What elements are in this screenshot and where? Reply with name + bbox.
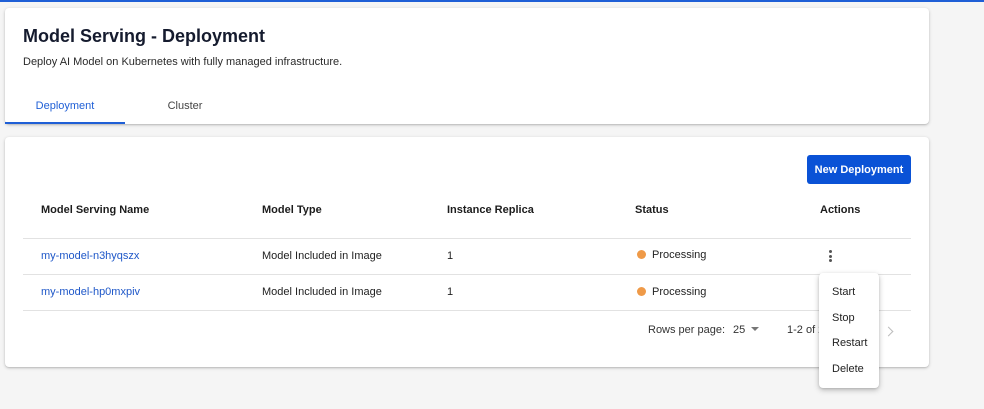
page-header-card: Model Serving - Deployment Deploy AI Mod… bbox=[5, 8, 929, 124]
menu-item-stop[interactable]: Stop bbox=[819, 306, 879, 332]
column-header-instance-replica: Instance Replica bbox=[447, 204, 534, 216]
row-actions-menu: Start Stop Restart Delete bbox=[819, 273, 879, 388]
row-divider bbox=[23, 238, 911, 239]
column-header-status: Status bbox=[635, 204, 669, 216]
column-header-actions: Actions bbox=[820, 204, 861, 216]
status-label: Processing bbox=[652, 249, 707, 261]
chevron-down-icon bbox=[751, 327, 760, 331]
status-label: Processing bbox=[652, 286, 707, 298]
menu-item-delete[interactable]: Delete bbox=[819, 357, 879, 383]
menu-item-start[interactable]: Start bbox=[819, 280, 879, 306]
status-cell: Processing bbox=[637, 286, 706, 298]
status-dot-icon bbox=[637, 250, 646, 259]
model-type-cell: Model Included in Image bbox=[262, 250, 382, 262]
instance-replica-cell: 1 bbox=[447, 286, 454, 298]
next-page-chevron-icon[interactable] bbox=[883, 326, 894, 337]
page-title: Model Serving - Deployment bbox=[23, 26, 266, 46]
model-serving-name-link[interactable]: my-model-n3hyqszx bbox=[41, 250, 139, 262]
row-divider bbox=[23, 310, 911, 311]
model-serving-name-link[interactable]: my-model-hp0mxpiv bbox=[41, 286, 140, 298]
tab-bar: Deployment Cluster bbox=[5, 92, 245, 124]
rows-per-page-select[interactable]: 25 bbox=[733, 324, 760, 336]
status-cell: Processing bbox=[637, 249, 706, 261]
page-subtitle: Deploy AI Model on Kubernetes with fully… bbox=[23, 56, 343, 68]
column-header-model-type: Model Type bbox=[262, 204, 322, 216]
rows-per-page-label: Rows per page: bbox=[648, 324, 726, 336]
instance-replica-cell: 1 bbox=[447, 250, 454, 262]
tab-cluster[interactable]: Cluster bbox=[125, 92, 245, 124]
status-dot-icon bbox=[637, 287, 646, 296]
model-type-cell: Model Included in Image bbox=[262, 286, 382, 298]
menu-item-restart[interactable]: Restart bbox=[819, 331, 879, 357]
deployments-table-card: New Deployment Model Serving Name Model … bbox=[5, 137, 929, 367]
new-deployment-button[interactable]: New Deployment bbox=[807, 155, 911, 184]
rows-per-page-value: 25 bbox=[733, 324, 746, 336]
row-divider bbox=[23, 274, 911, 275]
row-actions-kebab-icon[interactable] bbox=[823, 248, 837, 264]
tab-deployment[interactable]: Deployment bbox=[5, 92, 125, 124]
column-header-name: Model Serving Name bbox=[41, 204, 150, 216]
